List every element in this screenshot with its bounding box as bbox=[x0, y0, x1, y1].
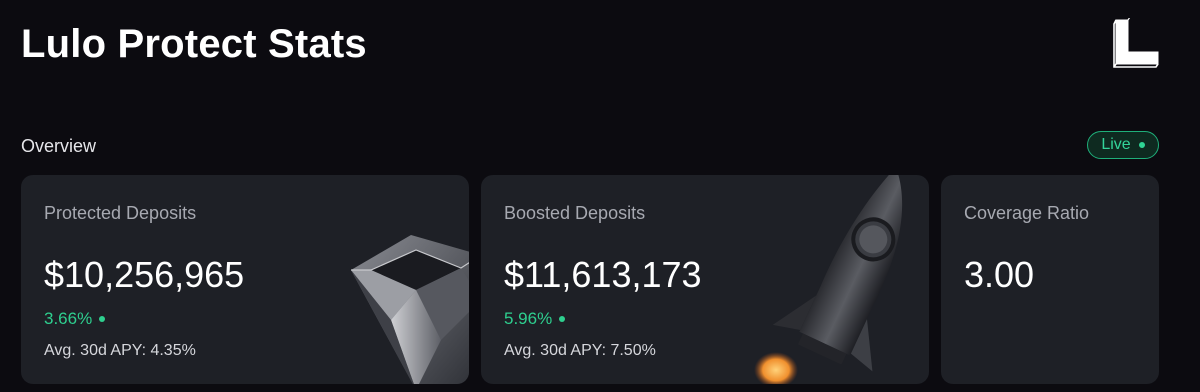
live-status-dot bbox=[1138, 142, 1145, 148]
live-badge-label: Live bbox=[1101, 136, 1131, 153]
card-change: 3.66% bbox=[44, 308, 106, 330]
card-value: 3.00 bbox=[964, 254, 1035, 295]
change-percent: 5.96% bbox=[504, 309, 553, 328]
card-value: $11,613,173 bbox=[504, 254, 702, 295]
overview-label: Overview bbox=[21, 136, 97, 156]
card-label: Protected Deposits bbox=[44, 203, 197, 223]
live-badge: Live bbox=[1087, 131, 1159, 159]
card-label: Boosted Deposits bbox=[504, 203, 646, 223]
lulo-logo-icon[interactable] bbox=[1112, 16, 1162, 68]
protected-deposits-card[interactable]: Protected Deposits $10,256,965 3.66% Avg… bbox=[21, 175, 469, 384]
card-apy: Avg. 30d APY: 7.50% bbox=[504, 342, 656, 359]
boosted-deposits-card[interactable]: Boosted Deposits $11,613,173 5.96% Avg. … bbox=[481, 175, 929, 384]
page-title: Lulo Protect Stats bbox=[21, 22, 367, 66]
card-label: Coverage Ratio bbox=[964, 203, 1090, 223]
diamond-icon bbox=[321, 230, 469, 384]
card-apy: Avg. 30d APY: 4.35% bbox=[44, 342, 196, 359]
card-change: 5.96% bbox=[504, 308, 566, 330]
change-percent: 3.66% bbox=[44, 309, 93, 328]
card-value: $10,256,965 bbox=[44, 254, 245, 295]
change-dot bbox=[559, 316, 566, 322]
stats-page: Lulo Protect Stats Overview Live Protect… bbox=[0, 0, 1200, 392]
rocket-icon bbox=[731, 175, 929, 384]
coverage-ratio-card[interactable]: Coverage Ratio 3.00 bbox=[941, 175, 1159, 384]
change-dot bbox=[99, 316, 106, 322]
